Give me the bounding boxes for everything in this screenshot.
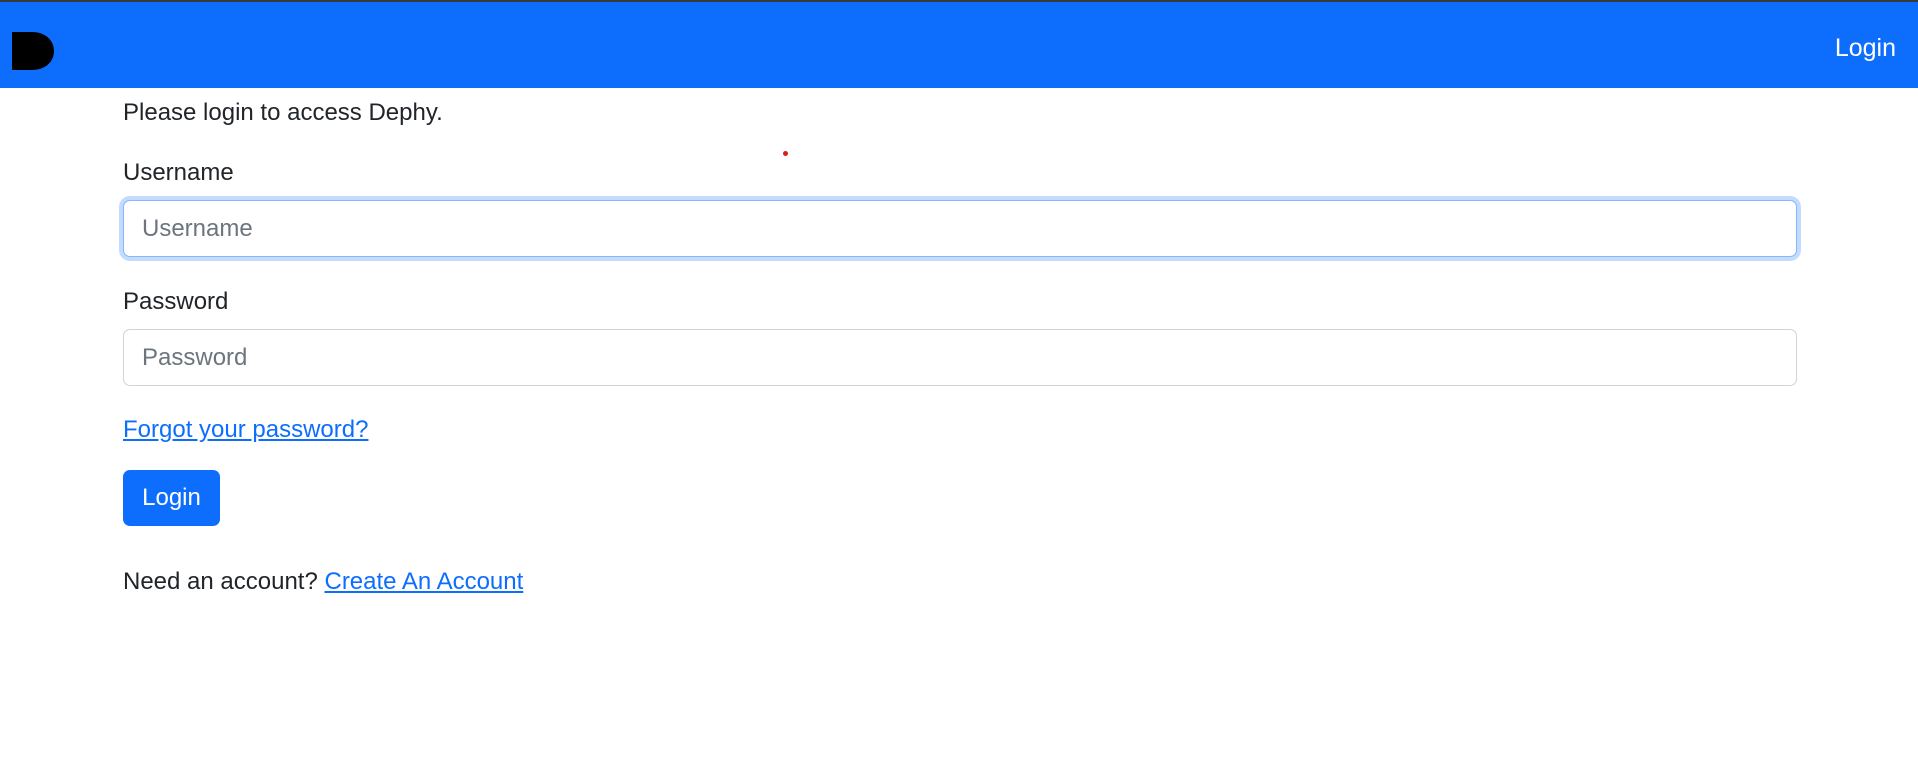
- create-account-link[interactable]: Create An Account: [324, 568, 523, 595]
- username-label: Username: [123, 159, 234, 186]
- login-button[interactable]: Login: [123, 470, 220, 526]
- signup-row: Need an account? Create An Account: [123, 567, 523, 597]
- username-input[interactable]: [123, 200, 1797, 257]
- nav-login-link[interactable]: Login: [1835, 33, 1896, 63]
- signup-prompt: Need an account?: [123, 568, 318, 595]
- top-navbar: Login: [0, 2, 1918, 88]
- password-label: Password: [123, 288, 229, 315]
- mouse-cursor-marker: [783, 151, 788, 156]
- intro-text: Please login to access Dephy.: [123, 99, 443, 126]
- dephy-logo-icon[interactable]: [12, 32, 54, 70]
- password-input[interactable]: [123, 329, 1797, 386]
- forgot-password-link[interactable]: Forgot your password?: [123, 415, 368, 445]
